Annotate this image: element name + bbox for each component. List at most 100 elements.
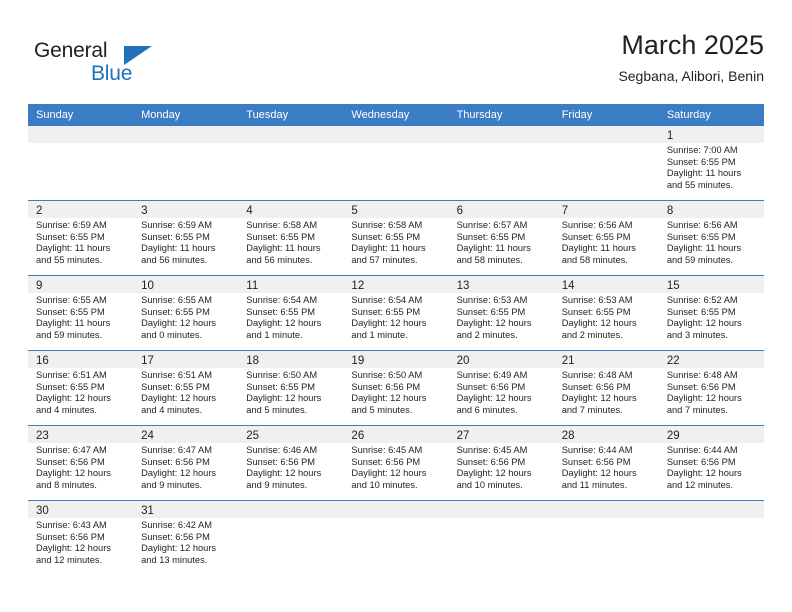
day-sun-info: Sunrise: 6:57 AM Sunset: 6:55 PM Daylight:… bbox=[449, 218, 554, 266]
weekday-header-row: Sunday Monday Tuesday Wednesday Thursday Frid… bbox=[28, 104, 764, 126]
calendar-day-cell[interactable]: 28 Sunrise: 6:44 AM Sunset: 6:56 PM Dayligh… bbox=[553, 426, 659, 500]
calendar-day-cell[interactable]: 18 Sunrise: 6:50 AM Sunset: 6:55 PM Dayligh… bbox=[238, 351, 344, 425]
sunrise-time: Sunrise: 6:57 AM bbox=[456, 220, 528, 230]
day-number-bar: 24 bbox=[133, 426, 239, 443]
day-sun-info: Sunrise: 6:55 AM Sunset: 6:55 PM Daylight:… bbox=[28, 293, 133, 341]
sunset-time: Sunset: 6:55 PM bbox=[561, 306, 631, 317]
title-block: March 2025 Segbana, Alibori, Benin bbox=[618, 28, 764, 86]
daylight-duration: Daylight: 12 hours and 9 minutes. bbox=[141, 468, 217, 490]
calendar-day-cell[interactable]: 30 Sunrise: 6:43 AM Sunset: 6:56 PM Dayligh… bbox=[28, 501, 134, 575]
sunrise-time: Sunrise: 6:49 AM bbox=[456, 370, 528, 380]
calendar-day-cell[interactable]: 8 Sunrise: 6:56 AM Sunset: 6:55 PM Daylight… bbox=[658, 201, 764, 275]
calendar-day-cell[interactable]: 24 Sunrise: 6:47 AM Sunset: 6:56 PM Dayligh… bbox=[133, 426, 239, 500]
daylight-duration: Daylight: 12 hours and 12 minutes. bbox=[36, 543, 111, 565]
daylight-duration: Daylight: 12 hours and 4 minutes. bbox=[141, 393, 217, 415]
calendar-day-cell[interactable]: 31 Sunrise: 6:42 AM Sunset: 6:56 PM Dayligh… bbox=[133, 501, 239, 575]
day-number-bar: 28 bbox=[553, 426, 659, 443]
calendar-day-cell[interactable]: 2 Sunrise: 6:59 AM Sunset: 6:55 PM Daylight… bbox=[28, 201, 134, 275]
calendar-day-cell[interactable]: 20 Sunrise: 6:49 AM Sunset: 6:56 PM Dayligh… bbox=[448, 351, 554, 425]
calendar-day-cell[interactable]: 12 Sunrise: 6:54 AM Sunset: 6:55 PM Dayligh… bbox=[343, 276, 449, 350]
day-number-bar: 27 bbox=[448, 426, 554, 443]
day-number-bar bbox=[448, 126, 554, 143]
calendar-day-cell[interactable]: 23 Sunrise: 6:47 AM Sunset: 6:56 PM Dayligh… bbox=[28, 426, 134, 500]
sunset-time: Sunset: 6:56 PM bbox=[351, 456, 421, 467]
calendar-day-cell[interactable]: 7 Sunrise: 6:56 AM Sunset: 6:55 PM Daylight… bbox=[553, 201, 659, 275]
sunrise-time: Sunrise: 6:55 AM bbox=[36, 295, 107, 305]
calendar-day-cell[interactable]: 16 Sunrise: 6:51 AM Sunset: 6:55 PM Dayligh… bbox=[28, 351, 134, 425]
day-number: 4 bbox=[246, 205, 253, 217]
day-number: 16 bbox=[36, 355, 49, 367]
calendar-day-cell[interactable]: 4 Sunrise: 6:58 AM Sunset: 6:55 PM Daylight… bbox=[238, 201, 344, 275]
calendar-day-cell[interactable]: 27 Sunrise: 6:45 AM Sunset: 6:56 PM Dayligh… bbox=[448, 426, 554, 500]
calendar-day-cell[interactable]: 19 Sunrise: 6:50 AM Sunset: 6:56 PM Dayligh… bbox=[343, 351, 449, 425]
day-number-bar: 8 bbox=[658, 201, 764, 218]
day-number: 2 bbox=[36, 205, 43, 217]
calendar-day-cell[interactable]: 5 Sunrise: 6:58 AM Sunset: 6:55 PM Daylight… bbox=[343, 201, 449, 275]
sunset-time: Sunset: 6:55 PM bbox=[141, 231, 210, 242]
day-number-bar: 22 bbox=[658, 351, 764, 368]
day-number-bar: 5 bbox=[343, 201, 449, 218]
sunset-time: Sunset: 6:55 PM bbox=[561, 231, 631, 242]
day-number: 14 bbox=[561, 280, 575, 292]
sunrise-time: Sunrise: 6:50 AM bbox=[246, 370, 318, 380]
sunrise-time: Sunrise: 6:55 AM bbox=[141, 295, 212, 305]
day-number-bar: 11 bbox=[238, 276, 344, 293]
daylight-duration: Daylight: 11 hours and 58 minutes. bbox=[561, 243, 636, 265]
day-sun-info: Sunrise: 6:44 AM Sunset: 6:56 PM Daylight:… bbox=[659, 443, 764, 491]
calendar-day-cell[interactable]: 26 Sunrise: 6:45 AM Sunset: 6:56 PM Dayligh… bbox=[343, 426, 449, 500]
sunset-time: Sunset: 6:55 PM bbox=[141, 381, 210, 392]
calendar-day-cell[interactable]: 10 Sunrise: 6:55 AM Sunset: 6:55 PM Dayligh… bbox=[133, 276, 239, 350]
day-number: 10 bbox=[141, 280, 154, 292]
day-sun-info: Sunrise: 6:56 AM Sunset: 6:55 PM Daylight:… bbox=[659, 218, 764, 266]
day-number-bar bbox=[28, 126, 134, 143]
day-number-bar: 29 bbox=[658, 426, 764, 443]
daylight-duration: Daylight: 12 hours and 10 minutes. bbox=[351, 468, 427, 490]
day-number: 29 bbox=[666, 430, 680, 442]
weekday-header-wednesday: Wednesday bbox=[351, 109, 410, 121]
day-number: 20 bbox=[456, 355, 470, 367]
calendar-day-cell[interactable]: 15 Sunrise: 6:52 AM Sunset: 6:55 PM Dayligh… bbox=[658, 276, 764, 350]
sunrise-time: Sunrise: 6:43 AM bbox=[36, 520, 107, 530]
day-number: 7 bbox=[561, 205, 569, 217]
daylight-duration: Daylight: 12 hours and 7 minutes. bbox=[561, 393, 637, 415]
day-sun-info: Sunrise: 6:45 AM Sunset: 6:56 PM Daylight:… bbox=[343, 443, 448, 491]
calendar-day-cell[interactable]: 11 Sunrise: 6:54 AM Sunset: 6:55 PM Dayligh… bbox=[238, 276, 344, 350]
day-number: 17 bbox=[141, 355, 154, 367]
sunset-time: Sunset: 6:55 PM bbox=[666, 231, 736, 242]
calendar-day-cell[interactable]: 25 Sunrise: 6:46 AM Sunset: 6:56 PM Dayligh… bbox=[238, 426, 344, 500]
calendar-week-row: 23 Sunrise: 6:47 AM Sunset: 6:56 PM Dayligh… bbox=[28, 426, 764, 501]
calendar-day-cell[interactable]: 14 Sunrise: 6:53 AM Sunset: 6:55 PM Dayligh… bbox=[553, 276, 659, 350]
day-number-bar: 30 bbox=[28, 501, 134, 518]
day-number-bar: 25 bbox=[238, 426, 344, 443]
calendar-day-cell[interactable]: 17 Sunrise: 6:51 AM Sunset: 6:55 PM Dayligh… bbox=[133, 351, 239, 425]
day-number: 26 bbox=[351, 430, 365, 442]
calendar-day-cell[interactable]: 13 Sunrise: 6:53 AM Sunset: 6:55 PM Dayligh… bbox=[448, 276, 554, 350]
sunrise-time: Sunrise: 6:59 AM bbox=[36, 220, 107, 230]
calendar-day-cell[interactable]: 29 Sunrise: 6:44 AM Sunset: 6:56 PM Dayligh… bbox=[658, 426, 764, 500]
daylight-duration: Daylight: 11 hours and 55 minutes. bbox=[666, 168, 742, 190]
weekday-header-thursday: Thursday bbox=[456, 109, 503, 121]
calendar-day-cell[interactable]: 21 Sunrise: 6:48 AM Sunset: 6:56 PM Dayligh… bbox=[553, 351, 659, 425]
sunset-time: Sunset: 6:55 PM bbox=[351, 306, 421, 317]
calendar-day-cell[interactable]: 1 Sunrise: 7:00 AM Sunset: 6:55 PM Daylight… bbox=[658, 126, 764, 200]
day-number-bar: 21 bbox=[553, 351, 659, 368]
daylight-duration: Daylight: 12 hours and 5 minutes. bbox=[246, 393, 322, 415]
sunrise-time: Sunrise: 6:47 AM bbox=[141, 445, 212, 455]
calendar-day-cell[interactable]: 3 Sunrise: 6:59 AM Sunset: 6:55 PM Daylight… bbox=[133, 201, 239, 275]
sunrise-time: Sunrise: 6:58 AM bbox=[246, 220, 318, 230]
day-number-bar bbox=[553, 501, 659, 518]
day-sun-info: Sunrise: 6:44 AM Sunset: 6:56 PM Daylight:… bbox=[554, 443, 659, 491]
sunset-time: Sunset: 6:55 PM bbox=[246, 231, 316, 242]
sunrise-time: Sunrise: 6:50 AM bbox=[351, 370, 423, 380]
day-sun-info: Sunrise: 6:51 AM Sunset: 6:55 PM Daylight:… bbox=[28, 368, 133, 416]
calendar-day-cell[interactable]: 6 Sunrise: 6:57 AM Sunset: 6:55 PM Daylight… bbox=[448, 201, 554, 275]
sunrise-time: Sunrise: 6:58 AM bbox=[351, 220, 423, 230]
day-sun-info: Sunrise: 6:45 AM Sunset: 6:56 PM Daylight:… bbox=[449, 443, 554, 491]
calendar-cell-empty bbox=[28, 126, 134, 200]
sunrise-time: Sunrise: 6:54 AM bbox=[246, 295, 318, 305]
day-sun-info: Sunrise: 6:58 AM Sunset: 6:55 PM Daylight:… bbox=[343, 218, 448, 266]
calendar-day-cell[interactable]: 9 Sunrise: 6:55 AM Sunset: 6:55 PM Daylight… bbox=[28, 276, 134, 350]
calendar-day-cell[interactable]: 22 Sunrise: 6:48 AM Sunset: 6:56 PM Dayligh… bbox=[658, 351, 764, 425]
day-sun-info: Sunrise: 6:53 AM Sunset: 6:55 PM Daylight:… bbox=[554, 293, 659, 341]
daylight-duration: Daylight: 12 hours and 4 minutes. bbox=[36, 393, 111, 415]
